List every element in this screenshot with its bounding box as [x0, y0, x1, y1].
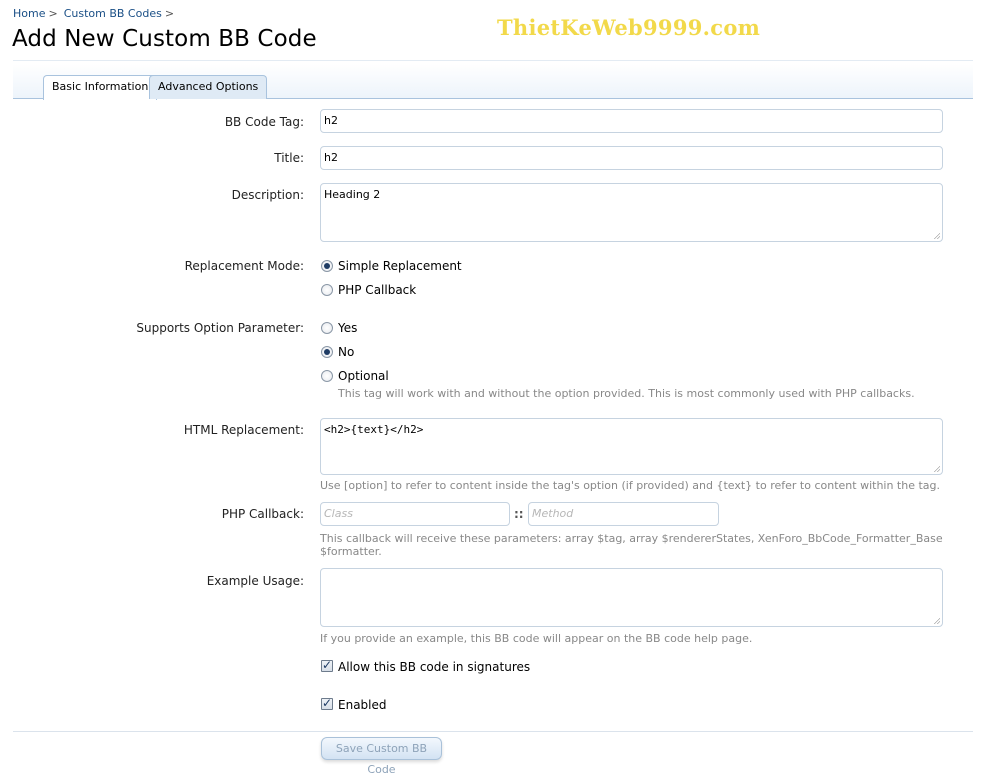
breadcrumb-separator: > — [164, 7, 175, 20]
supports-option-yes-radio[interactable] — [321, 322, 333, 334]
title-divider — [13, 60, 973, 61]
tab-advanced-options[interactable]: Advanced Options — [149, 75, 268, 99]
html-replacement-value: <h2>{text}</h2> — [324, 423, 424, 436]
php-callback-separator: :: — [514, 507, 524, 521]
replacement-mode-simple-radio[interactable] — [321, 260, 333, 272]
php-callback-method-placeholder: Method — [532, 507, 574, 520]
description-textarea[interactable]: Heading 2 — [320, 183, 943, 242]
tab-basic-information[interactable]: Basic Information — [43, 75, 158, 100]
php-callback-class-placeholder: Class — [324, 507, 353, 520]
supports-option-no-radio[interactable] — [321, 346, 333, 358]
supports-option-label: Supports Option Parameter: — [136, 321, 304, 335]
replacement-mode-php-callback-radio[interactable] — [321, 284, 333, 296]
example-usage-textarea[interactable] — [320, 568, 943, 627]
watermark-logo: ThietKeWeb9999.com — [497, 15, 761, 40]
supports-option-optional-radio[interactable] — [321, 370, 333, 382]
description-value: Heading 2 — [324, 188, 381, 201]
allow-signatures-label[interactable]: Allow this BB code in signatures — [338, 660, 530, 674]
breadcrumb-custom-bb-codes-link[interactable]: Custom BB Codes — [64, 7, 162, 20]
save-custom-bb-code-button[interactable]: Save Custom BB Code — [321, 737, 442, 776]
php-callback-method-input[interactable]: Method — [528, 502, 719, 526]
html-replacement-label: HTML Replacement: — [183, 423, 304, 437]
php-callback-hint-line1: This callback will receive these paramet… — [320, 532, 943, 545]
bb-code-tag-label: BB Code Tag: — [224, 115, 304, 129]
supports-option-no-label[interactable]: No — [338, 345, 354, 359]
supports-option-optional-label[interactable]: Optional — [338, 369, 389, 383]
breadcrumb-home-link[interactable]: Home — [13, 7, 45, 20]
form-footer-divider — [13, 731, 973, 732]
php-callback-hint-line2: $formatter. — [320, 545, 382, 558]
title-value: h2 — [324, 151, 338, 164]
title-input[interactable]: h2 — [320, 146, 943, 170]
supports-option-hint: This tag will work with and without the … — [338, 387, 915, 400]
title-label: Title: — [274, 151, 304, 165]
description-label: Description: — [231, 188, 304, 202]
bb-code-tag-input[interactable]: h2 — [320, 109, 943, 133]
tab-bar: Basic Information Advanced Options — [13, 64, 973, 100]
breadcrumb-separator: > — [48, 7, 58, 20]
replacement-mode-label: Replacement Mode: — [184, 259, 304, 273]
example-usage-label: Example Usage: — [206, 574, 304, 588]
php-callback-label: PHP Callback: — [221, 507, 304, 521]
example-usage-hint: If you provide an example, this BB code … — [320, 632, 753, 645]
html-replacement-hint: Use [option] to refer to content inside … — [320, 479, 941, 492]
resize-grip-icon[interactable] — [933, 232, 940, 239]
resize-grip-icon[interactable] — [933, 617, 940, 624]
resize-grip-icon[interactable] — [933, 465, 940, 472]
html-replacement-textarea[interactable]: <h2>{text}</h2> — [320, 418, 943, 475]
allow-signatures-checkbox[interactable] — [321, 658, 333, 672]
page-title: Add New Custom BB Code — [12, 26, 317, 52]
bb-code-tag-value: h2 — [324, 114, 338, 127]
enabled-checkbox[interactable] — [321, 696, 333, 710]
replacement-mode-simple-label[interactable]: Simple Replacement — [338, 259, 462, 273]
supports-option-yes-label[interactable]: Yes — [338, 321, 357, 335]
enabled-label[interactable]: Enabled — [338, 698, 387, 712]
breadcrumb: Home > Custom BB Codes > — [13, 7, 180, 20]
php-callback-class-input[interactable]: Class — [320, 502, 510, 526]
replacement-mode-php-callback-label[interactable]: PHP Callback — [338, 283, 416, 297]
